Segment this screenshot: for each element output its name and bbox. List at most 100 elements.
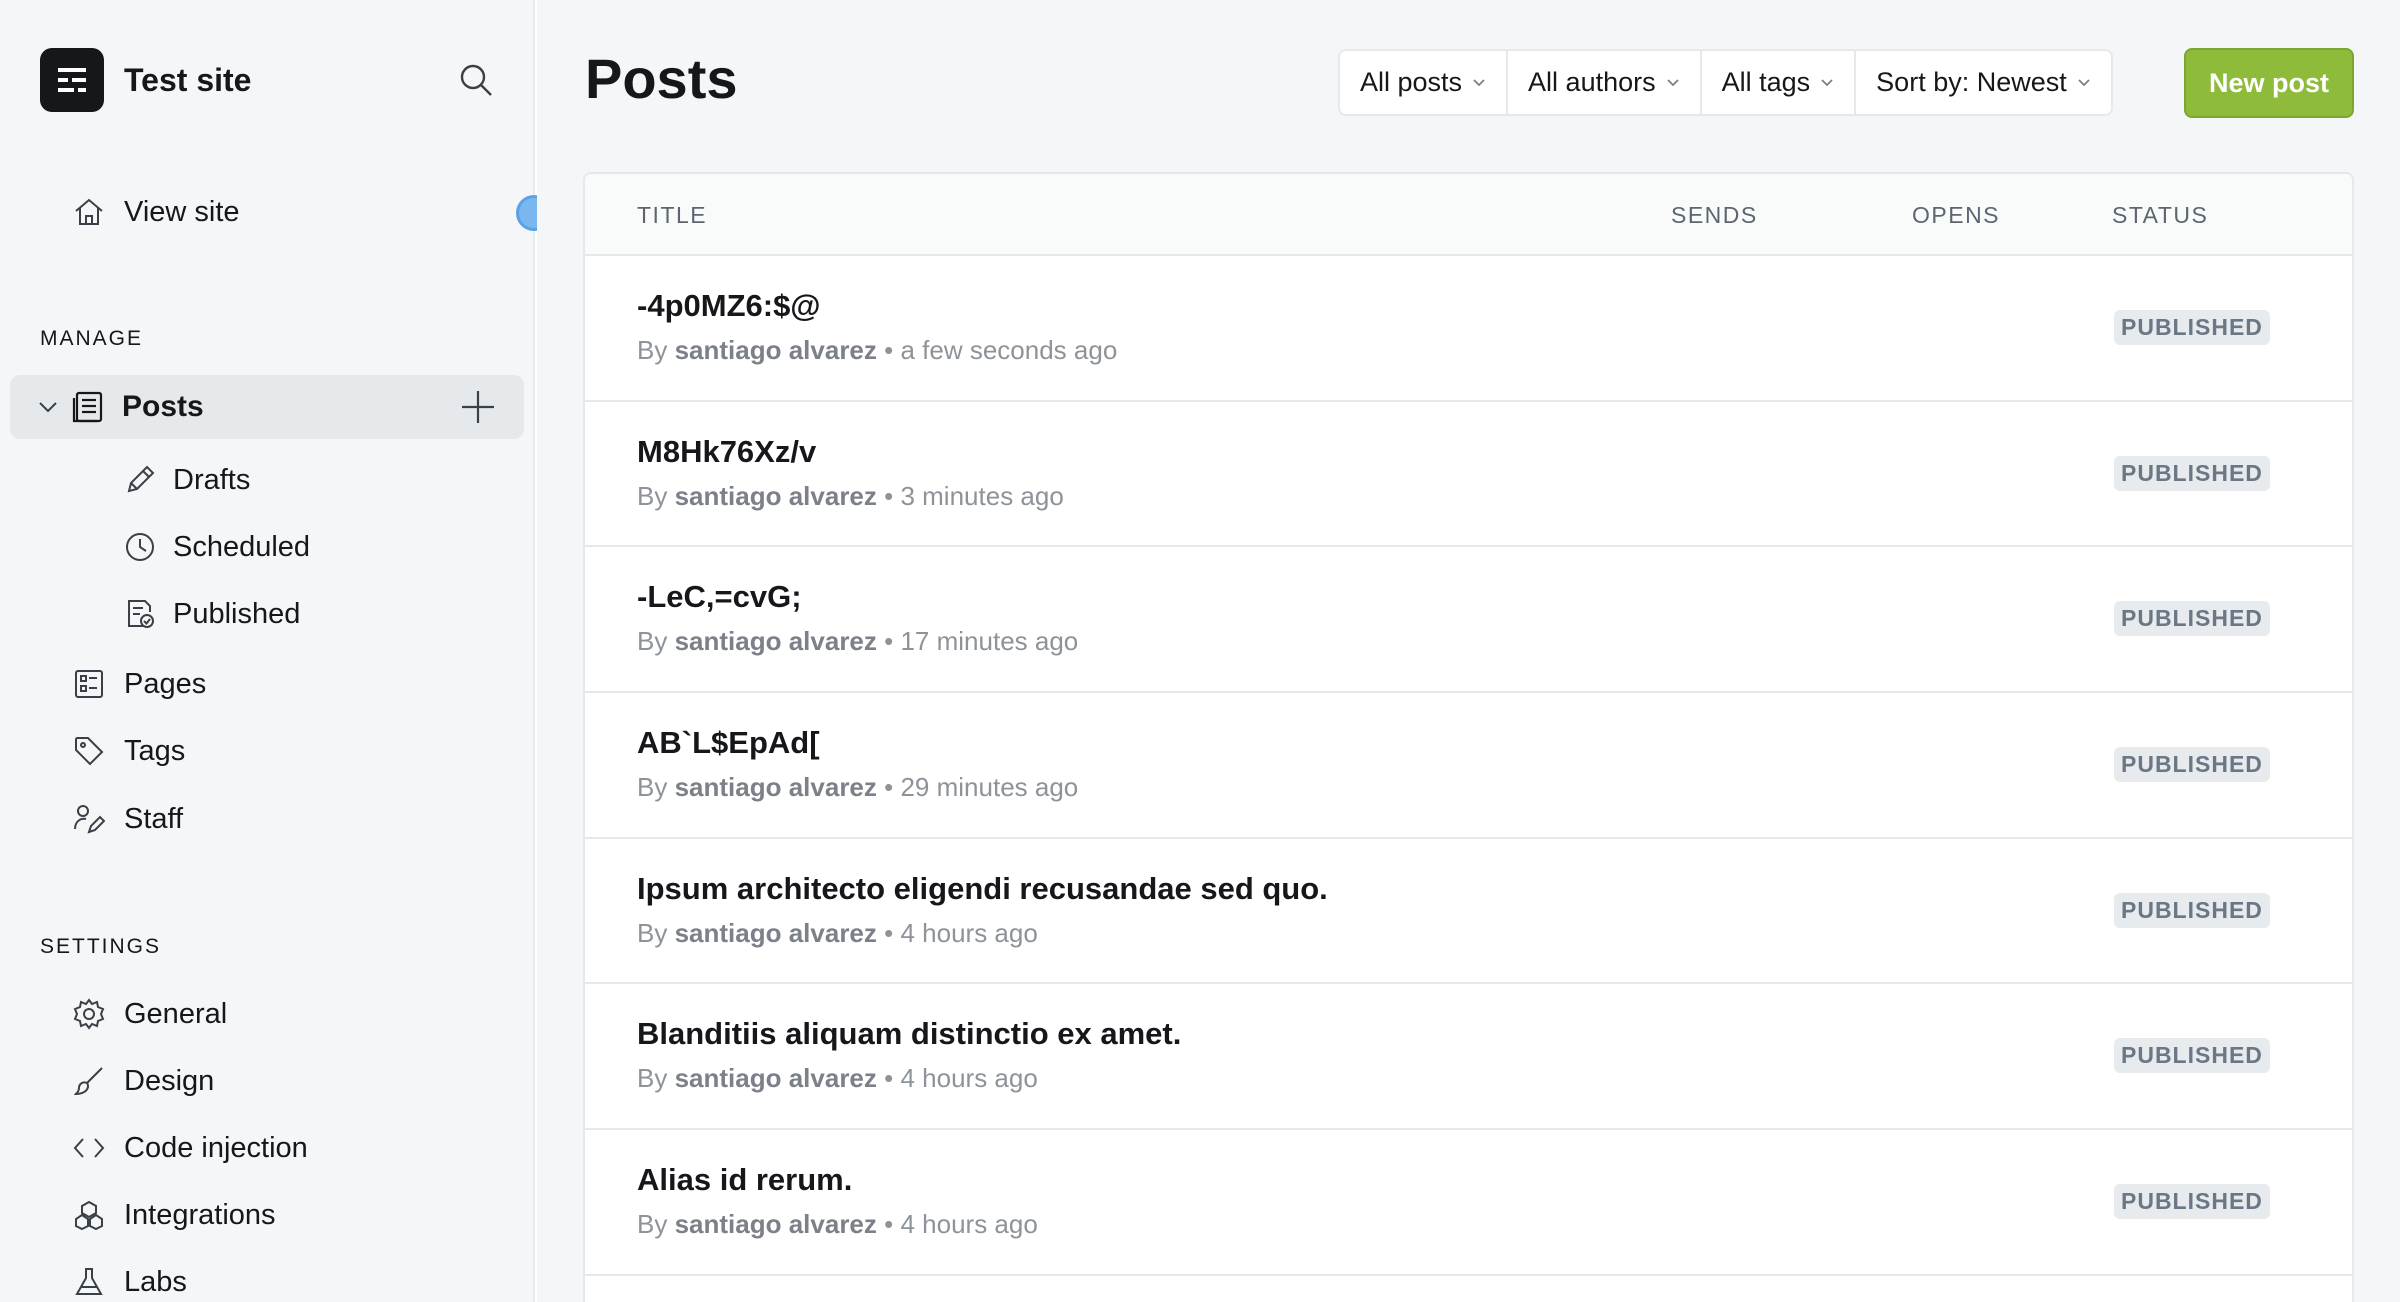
posts-table: TITLE SENDS OPENS STATUS -4p0MZ6:$@ By s… — [583, 172, 2354, 1302]
table-header: TITLE SENDS OPENS STATUS — [585, 174, 2352, 256]
table-row[interactable]: -4p0MZ6:$@ By santiago alvarez • a few s… — [585, 256, 2352, 402]
sidebar-item-labs[interactable]: Labs — [72, 1254, 187, 1302]
sidebar-item-design[interactable]: Design — [72, 1053, 214, 1109]
post-meta: By santiago alvarez • 17 minutes ago — [637, 626, 1078, 657]
post-title[interactable]: -LeC,=cvG; — [637, 579, 802, 615]
post-by: By — [637, 772, 668, 803]
sidebar-item-staff[interactable]: Staff — [72, 791, 183, 847]
code-icon — [72, 1131, 106, 1165]
post-meta: By santiago alvarez • 29 minutes ago — [637, 772, 1078, 803]
sidebar-item-code-injection-label: Code injection — [124, 1131, 308, 1164]
post-meta: By santiago alvarez • 3 minutes ago — [637, 481, 1064, 512]
pages-icon — [72, 667, 106, 701]
post-title[interactable]: -4p0MZ6:$@ — [637, 288, 821, 324]
table-row[interactable]: AB`L$EpAd[ By santiago alvarez • 29 minu… — [585, 693, 2352, 839]
sidebar-item-labs-label: Labs — [124, 1265, 187, 1298]
filter-authors[interactable]: All authors — [1508, 51, 1702, 114]
column-header-status[interactable]: STATUS — [2112, 202, 2208, 229]
view-site-link[interactable]: View site — [72, 184, 240, 240]
site-brand[interactable]: Test site — [40, 48, 251, 112]
column-header-opens[interactable]: OPENS — [1912, 202, 2000, 229]
manage-section-title: MANAGE — [40, 327, 144, 350]
sidebar-item-pages[interactable]: Pages — [72, 656, 206, 712]
post-author: santiago alvarez — [674, 626, 877, 657]
post-meta: By santiago alvarez • 4 hours ago — [637, 1063, 1038, 1094]
sidebar-item-posts-label: Posts — [122, 390, 204, 423]
sidebar-item-scheduled[interactable]: Scheduled — [123, 519, 310, 575]
post-by: By — [637, 480, 668, 511]
filter-sort-label: Sort by: Newest — [1876, 67, 2067, 97]
table-row[interactable]: -LeC,=cvG; By santiago alvarez • 17 minu… — [585, 547, 2352, 694]
sidebar-item-drafts[interactable]: Drafts — [123, 452, 250, 508]
sidebar-item-integrations[interactable]: Integrations — [72, 1187, 276, 1243]
table-row[interactable]: M8Hk76Xz/v By santiago alvarez • 3 minut… — [585, 402, 2352, 548]
sidebar-item-posts[interactable]: Posts — [10, 375, 524, 439]
table-row[interactable]: Blanditiis aliquam distinctio ex amet. B… — [585, 984, 2352, 1131]
post-title[interactable]: Alias id rerum. — [637, 1162, 852, 1198]
sidebar-item-scheduled-label: Scheduled — [173, 530, 311, 563]
table-row[interactable]: Ipsum architecto eligendi recusandae sed… — [585, 839, 2352, 985]
status-badge: PUBLISHED — [2114, 747, 2270, 783]
table-row[interactable]: Alias id rerum. By santiago alvarez • 4 … — [585, 1130, 2352, 1276]
sidebar-item-code-injection[interactable]: Code injection — [72, 1120, 308, 1176]
post-time: 4 hours ago — [900, 1063, 1038, 1094]
chevron-down-icon — [1472, 78, 1486, 88]
post-author: santiago alvarez — [674, 1209, 877, 1240]
post-title[interactable]: M8Hk76Xz/v — [637, 434, 816, 470]
status-badge: PUBLISHED — [2114, 1184, 2270, 1220]
pencil-icon — [123, 463, 157, 497]
post-sep: • — [884, 480, 894, 511]
site-logo-icon — [40, 48, 104, 112]
tag-icon — [72, 734, 106, 768]
clock-icon — [123, 530, 157, 564]
post-by: By — [637, 917, 668, 948]
status-badge: PUBLISHED — [2114, 601, 2270, 637]
posts-icon — [70, 389, 106, 425]
post-meta: By santiago alvarez • 4 hours ago — [637, 918, 1038, 949]
post-author: santiago alvarez — [674, 335, 877, 365]
column-header-sends[interactable]: SENDS — [1671, 202, 1758, 229]
sidebar-item-tags[interactable]: Tags — [72, 723, 185, 779]
filter-post-type-label: All posts — [1360, 67, 1463, 97]
published-doc-icon — [123, 597, 157, 631]
post-title[interactable]: Ipsum architecto eligendi recusandae sed… — [637, 871, 1328, 907]
post-by: By — [637, 1063, 668, 1094]
post-sep: • — [884, 335, 894, 365]
add-post-icon[interactable] — [460, 389, 496, 425]
post-time: 3 minutes ago — [900, 480, 1064, 511]
post-meta: By santiago alvarez • a few seconds ago — [637, 335, 1117, 366]
filter-sort[interactable]: Sort by: Newest — [1856, 51, 2111, 114]
post-time: 17 minutes ago — [900, 626, 1079, 657]
home-icon — [72, 195, 106, 229]
chevron-down-icon[interactable] — [38, 400, 60, 414]
post-sep: • — [884, 1209, 894, 1240]
post-sep: • — [884, 772, 894, 803]
post-author: santiago alvarez — [674, 480, 877, 511]
sidebar-item-general[interactable]: General — [72, 986, 227, 1042]
sidebar-item-drafts-label: Drafts — [173, 463, 251, 496]
view-site-label: View site — [124, 195, 240, 228]
filter-tags-label: All tags — [1721, 67, 1811, 97]
search-icon[interactable] — [456, 60, 496, 100]
post-author: santiago alvarez — [674, 917, 877, 948]
settings-section-title: SETTINGS — [40, 935, 162, 958]
status-badge: PUBLISHED — [2114, 892, 2270, 928]
post-by: By — [637, 1209, 668, 1240]
filter-post-type[interactable]: All posts — [1340, 51, 1509, 114]
sidebar-item-published[interactable]: Published — [123, 586, 300, 642]
site-title: Test site — [124, 61, 252, 98]
post-author: santiago alvarez — [674, 1063, 877, 1094]
post-by: By — [637, 626, 668, 657]
filter-tags[interactable]: All tags — [1702, 51, 1857, 114]
post-by: By — [637, 335, 668, 365]
new-post-button[interactable]: New post — [2184, 48, 2354, 118]
sidebar-item-pages-label: Pages — [124, 667, 207, 700]
staff-icon — [72, 802, 106, 836]
post-sep: • — [884, 1063, 894, 1094]
post-title[interactable]: AB`L$EpAd[ — [637, 725, 820, 761]
chevron-down-icon — [1666, 78, 1680, 88]
post-time: 4 hours ago — [900, 917, 1038, 948]
sidebar-item-design-label: Design — [124, 1064, 215, 1097]
column-header-title[interactable]: TITLE — [637, 202, 707, 229]
post-title[interactable]: Blanditiis aliquam distinctio ex amet. — [637, 1016, 1181, 1052]
